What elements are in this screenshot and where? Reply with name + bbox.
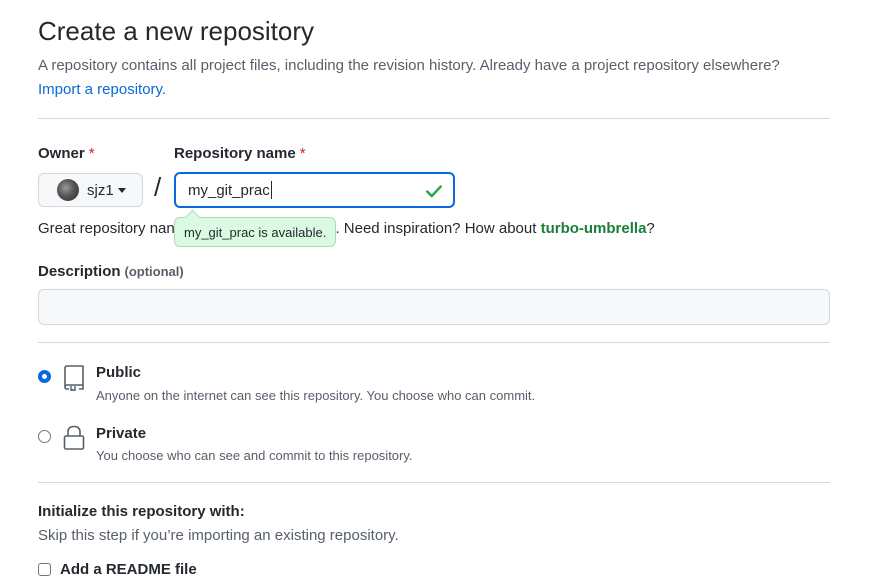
add-readme-label[interactable]: Add a README file [60, 561, 197, 578]
divider [38, 482, 830, 483]
owner-select-button[interactable]: sjz1 [38, 173, 143, 207]
avatar [57, 179, 79, 201]
caret-down-icon [117, 187, 126, 193]
suggested-name-link[interactable]: turbo-umbrella [541, 220, 647, 237]
owner-label-text: Owner [38, 145, 85, 162]
optional-tag: (optional) [124, 264, 184, 279]
hint-suffix: ? [646, 220, 655, 237]
description-label-text: Description [38, 263, 121, 280]
initialize-title: Initialize this repository with: [38, 503, 245, 520]
initialize-subtitle: Skip this step if you’re importing an ex… [38, 527, 399, 544]
repository-name-label-text: Repository name [174, 145, 296, 162]
description-label: Description (optional) [38, 263, 184, 280]
public-description: Anyone on the internet can see this repo… [96, 388, 536, 403]
repo-icon [64, 365, 84, 391]
page-title: Create a new repository [38, 16, 315, 46]
owner-repo-separator: / [154, 172, 162, 202]
private-radio[interactable] [38, 430, 51, 443]
page-lead: A repository contains all project files,… [38, 54, 838, 102]
owner-username: sjz1 [87, 181, 114, 199]
hint-prefix: Great repository nan [38, 220, 175, 237]
description-input[interactable] [38, 289, 830, 325]
availability-tooltip: my_git_prac is available. [174, 217, 337, 247]
divider [38, 118, 830, 119]
add-readme-checkbox[interactable] [38, 563, 51, 576]
owner-label: Owner * [38, 145, 95, 162]
public-radio[interactable] [38, 370, 51, 383]
divider [38, 342, 830, 343]
repository-name-label: Repository name * [174, 145, 306, 162]
private-description: You choose who can see and commit to thi… [96, 448, 413, 463]
lead-text: A repository contains all project files,… [38, 57, 780, 74]
required-mark: * [88, 145, 95, 162]
import-repository-link[interactable]: Import a repository. [38, 81, 166, 98]
public-title: Public [96, 364, 142, 381]
private-title: Private [96, 425, 147, 442]
check-icon [426, 185, 442, 198]
text-cursor [270, 181, 272, 199]
required-mark: * [299, 145, 306, 162]
repository-name-value: my_git_prac [188, 181, 270, 199]
repository-name-input[interactable]: my_git_prac [174, 172, 455, 208]
lock-icon [63, 425, 85, 450]
repository-name-hint: Great repository nan orable. Need inspira… [38, 220, 655, 237]
